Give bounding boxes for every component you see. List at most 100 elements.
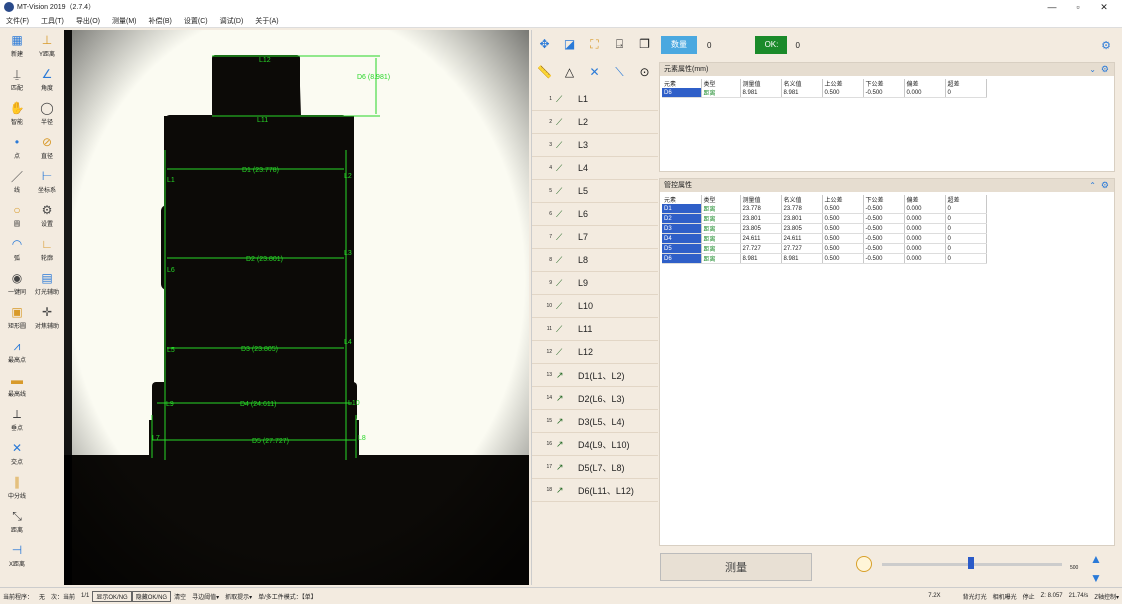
element-row[interactable]: 16 ↗ D4(L9、L10) bbox=[532, 433, 658, 456]
tool-new[interactable]: ▦ 新建 bbox=[2, 30, 32, 64]
element-row[interactable]: 14 ↗ D2(L6、L3) bbox=[532, 387, 658, 410]
triangle-icon[interactable]: △ bbox=[559, 61, 580, 83]
tool-arc[interactable]: ◠ 弧 bbox=[2, 234, 32, 268]
menu-item-7[interactable]: 关于(A) bbox=[249, 16, 284, 26]
element-row[interactable]: 11 ⟋ L11 bbox=[532, 318, 658, 341]
settings-gear-icon[interactable]: ⚙ bbox=[1101, 39, 1111, 52]
element-row[interactable]: 12 ⟋ L12 bbox=[532, 341, 658, 364]
cross-icon[interactable]: ✕ bbox=[584, 61, 605, 83]
element-row[interactable]: 4 ⟋ L4 bbox=[532, 157, 658, 180]
tool-y-distance[interactable]: ⊥ Y距离 bbox=[32, 30, 62, 64]
tool-angle[interactable]: ∠ 角度 bbox=[32, 64, 62, 98]
tool-smart[interactable]: ✋ 智能 bbox=[2, 98, 32, 132]
tool-focus-assist[interactable]: ✛ 对焦辅助 bbox=[32, 302, 62, 336]
capture-dropdown[interactable]: 抓取提示▾ bbox=[222, 592, 255, 601]
tool-contour[interactable]: ∟ 轮廓 bbox=[32, 234, 62, 268]
measure-button[interactable]: 测量 bbox=[660, 553, 812, 581]
tool-point[interactable]: • 点 bbox=[2, 132, 32, 166]
tool-distance[interactable]: ⤡ 距离 bbox=[2, 506, 32, 540]
stop-status[interactable]: 停止 bbox=[1020, 592, 1038, 601]
chevron-up-icon[interactable]: ⌃ bbox=[1089, 179, 1096, 192]
camera-view[interactable]: L12 L11 D6 (8.981) D1 (23.778) D2 (23.80… bbox=[64, 30, 529, 585]
light-status[interactable]: 背光灯光 bbox=[960, 592, 990, 601]
table-row[interactable]: D2 距离 23.801 23.801 0.500 -0.500 0.000 0 bbox=[662, 213, 987, 224]
move-icon[interactable]: ✥ bbox=[534, 33, 555, 55]
tool-light-assist[interactable]: ▤ 灯光辅助 bbox=[32, 268, 62, 302]
element-row[interactable]: 1 ⟋ L1 bbox=[532, 88, 658, 111]
export-icon[interactable]: ⍈ bbox=[609, 33, 630, 55]
element-row[interactable]: 15 ↗ D3(L5、L4) bbox=[532, 410, 658, 433]
arrow-up-icon[interactable]: ▲ bbox=[1090, 552, 1102, 566]
distance-element-icon: ↗ bbox=[556, 415, 564, 426]
show-okng-button[interactable]: 显示OK/NG bbox=[92, 590, 132, 602]
tool-highest-line[interactable]: ▬ 最高线 bbox=[2, 370, 32, 404]
tool-line[interactable]: ／线 bbox=[2, 166, 32, 200]
element-row[interactable]: 6 ⟋ L6 bbox=[532, 203, 658, 226]
chevron-down-icon[interactable]: ⌄ bbox=[1089, 63, 1096, 76]
clear-button[interactable]: 清空 bbox=[171, 592, 189, 601]
table-row[interactable]: D5 距离 27.727 27.727 0.500 -0.500 0.000 0 bbox=[662, 243, 987, 254]
element-row[interactable]: 17 ↗ D5(L7、L8) bbox=[532, 456, 658, 479]
menu-item-3[interactable]: 测量(M) bbox=[106, 16, 143, 26]
tool-perpendicular[interactable]: ⟂ 垂点 bbox=[2, 404, 32, 438]
ruler-icon[interactable]: 📏 bbox=[534, 61, 555, 83]
light-icon[interactable] bbox=[856, 556, 872, 572]
count-label[interactable]: 数量 bbox=[661, 36, 697, 54]
tool-diameter[interactable]: ⊘ 直径 bbox=[32, 132, 62, 166]
copy-icon[interactable]: ❐ bbox=[634, 33, 655, 55]
fit-icon[interactable]: ⛶ bbox=[584, 33, 605, 55]
tool-rect-circle[interactable]: ▣ 矩形圆 bbox=[2, 302, 32, 336]
tool-midline[interactable]: ∥ 中分线 bbox=[2, 472, 32, 506]
element-name: L4 bbox=[578, 163, 589, 173]
element-row[interactable]: 13 ↗ D1(L1、L2) bbox=[532, 364, 658, 387]
menu-item-4[interactable]: 补偿(B) bbox=[143, 16, 178, 26]
menu-item-0[interactable]: 文件(F) bbox=[0, 16, 35, 26]
tool-coordinate[interactable]: ⊢ 坐标系 bbox=[32, 166, 62, 200]
camera-status[interactable]: 相机曝光 bbox=[990, 592, 1020, 601]
element-row[interactable]: 8 ⟋ L8 bbox=[532, 249, 658, 272]
section-gear-icon[interactable]: ⚙ bbox=[1101, 63, 1109, 76]
minimize-icon[interactable]: — bbox=[1038, 0, 1066, 14]
maximize-icon[interactable]: ▫ bbox=[1064, 0, 1092, 14]
z-control-dropdown[interactable]: Z轴控制▾ bbox=[1091, 592, 1122, 601]
hide-okng-button[interactable]: 隐藏OK/NG bbox=[131, 590, 172, 602]
line-tool-icon[interactable]: ⟍ bbox=[609, 61, 630, 83]
tool-one-key[interactable]: ◉ 一键同 bbox=[2, 268, 32, 302]
tool-highest-point[interactable]: ⩘ 最高点 bbox=[2, 336, 32, 370]
table-cell: 距离 bbox=[701, 204, 741, 214]
table-row[interactable]: D6 距离 8.981 8.981 0.500 -0.500 0.000 0 bbox=[662, 88, 987, 98]
tool-x-distance[interactable]: ⊣ X距离 bbox=[2, 540, 32, 574]
menu-item-1[interactable]: 工具(T) bbox=[35, 16, 70, 26]
tool-settings[interactable]: ⚙ 设置 bbox=[32, 200, 62, 234]
arrow-down-icon[interactable]: ▼ bbox=[1090, 571, 1102, 585]
menu-item-6[interactable]: 调试(D) bbox=[214, 16, 250, 26]
close-icon[interactable]: ✕ bbox=[1090, 0, 1118, 14]
tool-circle[interactable]: ○ 圆 bbox=[2, 200, 32, 234]
circle-tool-icon[interactable]: ⊙ bbox=[634, 61, 655, 83]
find-edge-dropdown[interactable]: 寻边阈值▾ bbox=[189, 592, 222, 601]
element-row[interactable]: 2 ⟋ L2 bbox=[532, 111, 658, 134]
tool-radius[interactable]: ◯ 半径 bbox=[32, 98, 62, 132]
element-row[interactable]: 18 ↗ D6(L11、L12) bbox=[532, 479, 658, 502]
section2-gear-icon[interactable]: ⚙ bbox=[1101, 179, 1109, 192]
tool-match[interactable]: ⍊ 匹配 bbox=[2, 64, 32, 98]
table-row[interactable]: D4 距离 24.611 24.611 0.500 -0.500 0.000 0 bbox=[662, 233, 987, 244]
table-row[interactable]: D6 距离 8.981 8.981 0.500 -0.500 0.000 0 bbox=[662, 253, 987, 264]
label-d3: D3 (23.805) bbox=[241, 346, 278, 353]
mode-status[interactable]: 单/多工件模式：【单】 bbox=[255, 592, 320, 601]
menu-item-5[interactable]: 设置(C) bbox=[178, 16, 214, 26]
element-row[interactable]: 5 ⟋ L5 bbox=[532, 180, 658, 203]
table-cell: 23.778 bbox=[781, 204, 823, 214]
point-icon: • bbox=[14, 135, 20, 149]
element-row[interactable]: 7 ⟋ L7 bbox=[532, 226, 658, 249]
fill-icon[interactable]: ◪ bbox=[559, 33, 580, 55]
element-row[interactable]: 3 ⟋ L3 bbox=[532, 134, 658, 157]
element-row[interactable]: 10 ⟋ L10 bbox=[532, 295, 658, 318]
table-row[interactable]: D3 距离 23.805 23.805 0.500 -0.500 0.000 0 bbox=[662, 223, 987, 234]
menu-item-2[interactable]: 导出(O) bbox=[70, 16, 106, 26]
tool-intersection[interactable]: ✕ 交点 bbox=[2, 438, 32, 472]
element-row[interactable]: 9 ⟋ L9 bbox=[532, 272, 658, 295]
slider-thumb[interactable] bbox=[968, 557, 974, 569]
column-header: 类型 bbox=[701, 79, 741, 88]
table-row[interactable]: D1 距离 23.778 23.778 0.500 -0.500 0.000 0 bbox=[662, 204, 987, 214]
